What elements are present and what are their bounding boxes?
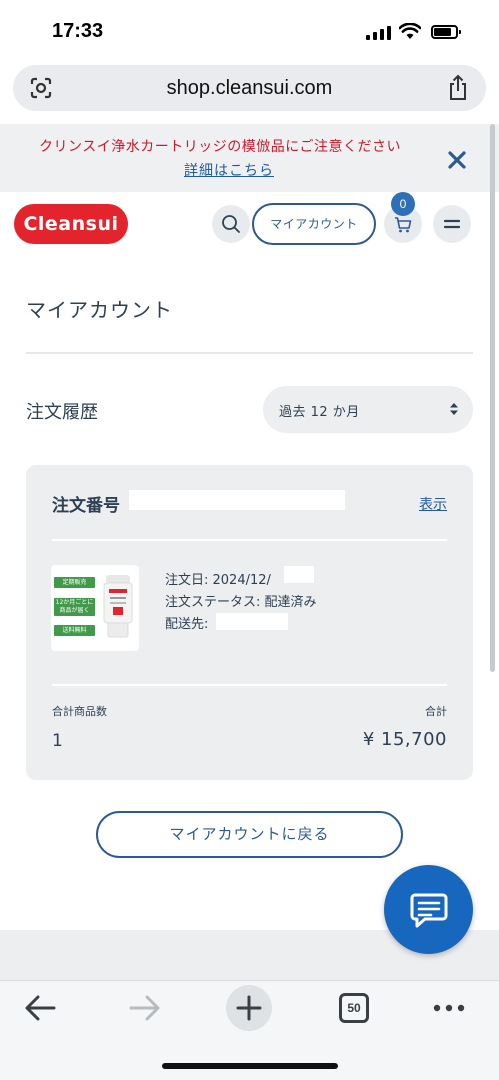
notice-message: クリンスイ浄水カートリッジの模倣品にご注意ください bbox=[39, 139, 401, 155]
url-text[interactable]: shop.cleansui.com bbox=[13, 77, 486, 100]
cartridge-image bbox=[103, 575, 133, 638]
counterfeit-notice-banner: クリンスイ浄水カートリッジの模倣品にご注意ください 詳細はこちら bbox=[0, 124, 499, 192]
cleansui-logo[interactable]: Cleansui bbox=[14, 204, 128, 244]
notice-details-link[interactable]: 詳細はこちら bbox=[0, 160, 458, 180]
plus-icon bbox=[236, 995, 262, 1021]
search-icon bbox=[222, 215, 240, 233]
order-view-link[interactable]: 表示 bbox=[419, 494, 447, 514]
total-label: 合計 bbox=[425, 705, 447, 718]
card-divider bbox=[52, 684, 447, 686]
page-title: マイアカウント bbox=[26, 298, 173, 322]
title-divider bbox=[26, 352, 473, 354]
period-selected-value: 過去 12 か月 bbox=[279, 405, 360, 420]
product-tag: 定期販売 bbox=[54, 577, 95, 588]
search-button[interactable] bbox=[212, 205, 250, 243]
order-number-redacted bbox=[129, 490, 345, 510]
redacted-address bbox=[216, 613, 288, 630]
chat-icon bbox=[410, 893, 448, 928]
order-number-label: 注文番号 bbox=[52, 496, 120, 516]
forward-arrow-icon[interactable] bbox=[129, 993, 161, 1023]
product-tag: 送料無料 bbox=[54, 625, 95, 636]
order-date: 注文日: 2024/12/ bbox=[165, 573, 271, 588]
back-to-account-button[interactable]: マイアカウントに戻る bbox=[96, 811, 403, 858]
product-thumbnail[interactable]: 定期販売 12か月ごとに商品が届く 送料無料 bbox=[51, 565, 139, 651]
cart-count-badge: 0 bbox=[391, 192, 415, 216]
status-time: 17:33 bbox=[52, 20, 104, 42]
status-bar: 17:33 bbox=[0, 0, 499, 60]
scrollbar[interactable] bbox=[490, 124, 495, 672]
my-account-button[interactable]: マイアカウント bbox=[252, 203, 376, 245]
share-icon[interactable] bbox=[446, 74, 470, 102]
ship-to: 配送先: bbox=[165, 617, 209, 632]
url-bar[interactable]: shop.cleansui.com bbox=[13, 65, 486, 111]
period-select[interactable]: 過去 12 か月 bbox=[263, 386, 473, 433]
total-price: ¥ 15,700 bbox=[362, 729, 447, 750]
close-icon[interactable] bbox=[446, 149, 468, 171]
hamburger-menu-icon bbox=[443, 219, 461, 229]
product-tag: 12か月ごとに商品が届く bbox=[54, 598, 95, 616]
chat-button[interactable] bbox=[384, 865, 473, 954]
order-card: 注文番号 表示 定期販売 12か月ごとに商品が届く 送料無料 注文日: 2024… bbox=[26, 465, 473, 780]
total-items-label: 合計商品数 bbox=[52, 705, 107, 718]
redacted-date bbox=[284, 566, 314, 583]
home-indicator[interactable] bbox=[162, 1063, 338, 1069]
battery-icon bbox=[431, 25, 461, 39]
select-arrows-icon bbox=[450, 403, 458, 415]
cellular-signal-icon bbox=[366, 26, 392, 40]
card-divider bbox=[52, 539, 447, 541]
total-items-value: 1 bbox=[52, 731, 63, 751]
tabs-button[interactable]: 50 bbox=[339, 993, 369, 1023]
more-options-icon[interactable] bbox=[433, 1004, 465, 1012]
new-tab-button[interactable] bbox=[226, 985, 272, 1031]
menu-button[interactable] bbox=[433, 205, 471, 243]
wifi-icon bbox=[399, 23, 421, 39]
order-status: 注文ステータス: 配達済み bbox=[165, 595, 317, 610]
order-history-heading: 注文履歴 bbox=[26, 402, 98, 423]
back-arrow-icon[interactable] bbox=[24, 993, 56, 1023]
